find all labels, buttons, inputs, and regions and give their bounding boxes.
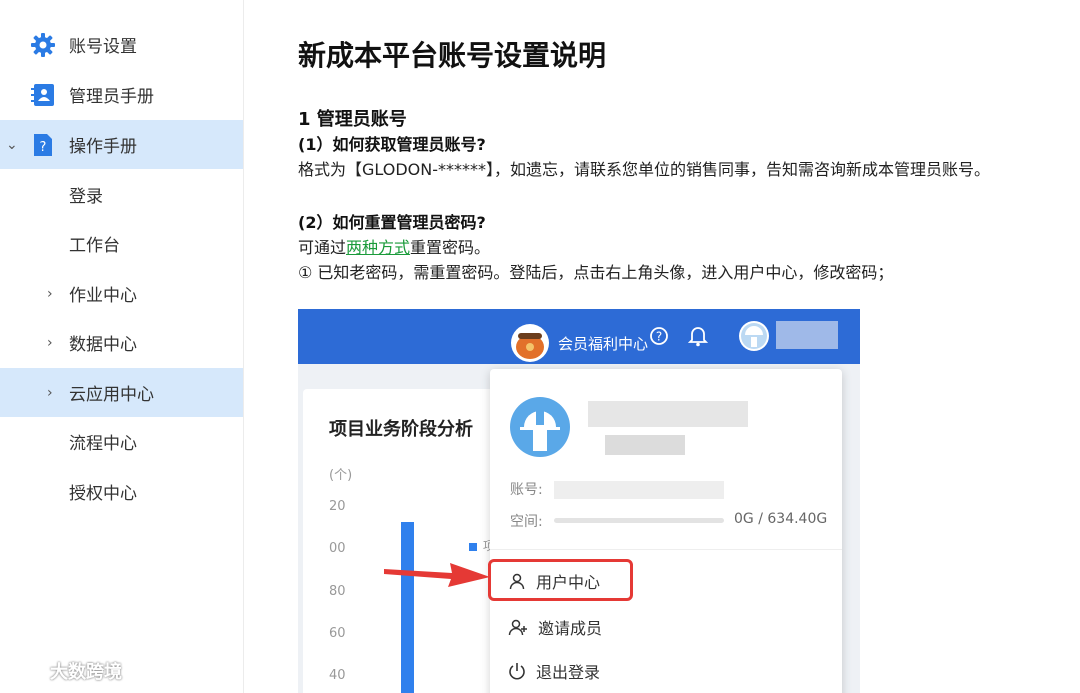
app-topbar: 会员福利中心 ? <box>298 309 860 364</box>
sidebar-item-label: 操作手册 <box>69 137 137 157</box>
menu-item-label: 退出登录 <box>536 663 601 682</box>
section-heading: 1 管理员账号 <box>298 109 407 130</box>
sidebar-item-label: 工作台 <box>69 236 120 256</box>
sidebar-item-label: 流程中心 <box>69 434 137 454</box>
logout-menu-item[interactable]: 退出登录 <box>508 659 600 683</box>
sidebar-item-account-settings[interactable]: 账号设置 <box>0 20 243 69</box>
sidebar-item-label: 登录 <box>69 187 103 207</box>
svg-text:?: ? <box>40 140 47 155</box>
vip-center-link[interactable]: 会员福利中心 <box>510 323 648 363</box>
text: 重置密码。 <box>410 238 491 257</box>
legend-swatch <box>469 543 477 551</box>
sidebar-item-work-center[interactable]: › 作业中心 <box>0 269 243 318</box>
sidebar-item-label: 管理员手册 <box>69 87 154 107</box>
red-arrow-icon <box>384 563 490 587</box>
chart-bar <box>401 522 414 693</box>
gear-icon <box>30 32 56 58</box>
question-heading: (1）如何获取管理员账号? <box>298 135 486 154</box>
watermark-logo-icon <box>8 663 46 682</box>
vip-mascot-icon <box>511 324 549 362</box>
power-icon <box>509 663 525 680</box>
sidebar-item-label: 作业中心 <box>69 286 137 306</box>
user-avatar-icon[interactable] <box>738 320 770 352</box>
answer-paragraph: 格式为【GLODON-******】，如遗忘，请联系您单位的销售同事，告知需咨询… <box>298 160 990 179</box>
chevron-right-icon[interactable]: › <box>47 335 53 351</box>
sidebar-item-license-center[interactable]: 授权中心 <box>0 467 243 516</box>
contact-card-icon <box>30 82 56 108</box>
sidebar-item-cloud-app-center[interactable]: › 云应用中心 <box>0 368 243 417</box>
sidebar-item-login[interactable]: 登录 <box>0 170 243 219</box>
chart-title: 项目业务阶段分析 <box>329 419 473 440</box>
account-label: 账号: <box>510 482 543 498</box>
bell-icon[interactable] <box>688 325 708 347</box>
text: 可通过 <box>298 238 347 257</box>
sidebar-item-label: 云应用中心 <box>69 385 154 405</box>
sidebar-item-workbench[interactable]: 工作台 <box>0 219 243 268</box>
chevron-down-icon[interactable]: ⌄ <box>6 137 18 153</box>
sidebar-item-label: 授权中心 <box>69 484 137 504</box>
profile-name-blurred <box>588 401 748 427</box>
help-doc-icon: ? <box>30 132 56 158</box>
invite-member-menu-item[interactable]: 邀请成员 <box>508 615 602 639</box>
page-title: 新成本平台账号设置说明 <box>298 39 607 72</box>
sidebar-item-label: 数据中心 <box>69 335 137 355</box>
profile-avatar <box>510 397 570 457</box>
sidebar: 账号设置 管理员手册 ⌄ ? 操作手册 登录 工作台 › 作业中心 › 数据中心… <box>0 0 244 693</box>
sidebar-item-label: 账号设置 <box>69 37 137 57</box>
vip-label: 会员福利中心 <box>558 334 649 353</box>
chevron-right-icon[interactable]: › <box>47 385 53 401</box>
highlight-box <box>488 559 633 601</box>
sidebar-item-data-center[interactable]: › 数据中心 <box>0 318 243 367</box>
divider <box>490 549 842 550</box>
storage-text: 0G / 634.40G <box>734 511 828 527</box>
chevron-right-icon[interactable]: › <box>47 286 53 302</box>
document-content: 新成本平台账号设置说明 1 管理员账号 (1）如何获取管理员账号? 格式为【GL… <box>244 0 1080 693</box>
help-icon[interactable]: ? <box>649 326 669 346</box>
y-tick-label: 40 <box>329 668 346 683</box>
y-tick-label: 00 <box>329 541 346 556</box>
question-heading: (2）如何重置管理员密码? <box>298 213 486 232</box>
y-tick-label: 60 <box>329 626 346 641</box>
watermark: 大数跨境 <box>8 658 122 684</box>
chart-unit: (个) <box>329 468 353 483</box>
step-paragraph: ① 已知老密码，需重置密码。登陆后，点击右上角头像，进入用户中心，修改密码； <box>298 263 894 282</box>
sidebar-item-process-center[interactable]: 流程中心 <box>0 417 243 466</box>
menu-item-label: 邀请成员 <box>538 619 603 638</box>
two-methods-link[interactable]: 两种方式 <box>346 238 410 257</box>
sidebar-item-operation-manual[interactable]: ⌄ ? 操作手册 <box>0 120 243 169</box>
y-tick-label: 20 <box>329 499 346 514</box>
answer-paragraph: 可通过两种方式重置密码。 <box>298 234 490 258</box>
add-user-icon <box>508 619 527 636</box>
embedded-screenshot: 会员福利中心 ? 项目业务阶段分析 (个) 项 20 00 80 60 40 账… <box>298 309 860 693</box>
storage-progress-bar <box>554 518 724 523</box>
sidebar-item-admin-manual[interactable]: 管理员手册 <box>0 70 243 119</box>
profile-org-blurred <box>605 435 685 455</box>
svg-text:?: ? <box>656 330 662 344</box>
profile-dropdown: 账号: 空间: 0G / 634.40G 用户中心 邀请成员 退出登录 <box>488 369 842 693</box>
space-label: 空间: <box>510 514 543 530</box>
account-value-blurred <box>554 481 724 499</box>
watermark-text: 大数跨境 <box>50 662 122 683</box>
username-blurred <box>776 321 838 349</box>
y-tick-label: 80 <box>329 584 346 599</box>
